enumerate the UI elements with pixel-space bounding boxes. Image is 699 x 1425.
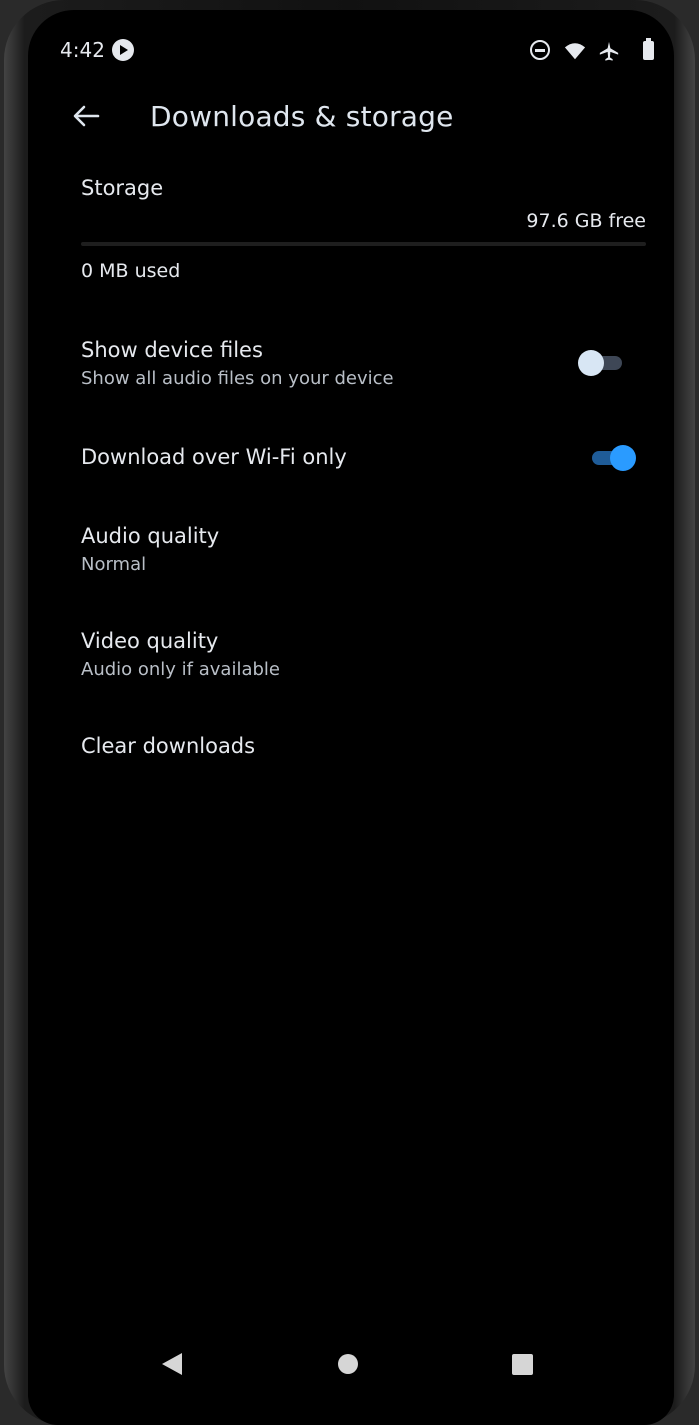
storage-section: Storage [81, 176, 646, 200]
arrow-left-icon[interactable] [70, 100, 102, 132]
do-not-disturb-icon [530, 40, 550, 60]
video-quality-value: Audio only if available [81, 659, 280, 680]
media-playing-icon [112, 39, 134, 61]
page-title: Downloads & storage [150, 100, 454, 133]
toggle-knob [610, 445, 636, 471]
setting-audio-quality[interactable]: Audio quality Normal [81, 524, 646, 575]
video-quality-title: Video quality [81, 629, 219, 653]
show-device-files-title: Show device files [81, 338, 263, 362]
setting-show-device-files[interactable]: Show device files Show all audio files o… [81, 338, 646, 389]
airplane-mode-icon [599, 41, 619, 61]
navigation-bar [28, 1345, 674, 1385]
download-wifi-only-toggle[interactable] [588, 443, 636, 473]
download-wifi-only-title: Download over Wi-Fi only [81, 445, 347, 469]
storage-free-label: 97.6 GB free [526, 210, 646, 232]
storage-usage-bar [81, 242, 646, 246]
setting-download-wifi-only[interactable]: Download over Wi-Fi only [81, 445, 646, 469]
phone-frame: 4:42 Downloads & storage Storage 97.6 GB… [4, 0, 695, 1425]
clear-downloads-title: Clear downloads [81, 734, 256, 758]
storage-used-row: 0 MB used [81, 260, 646, 282]
screen: 4:42 Downloads & storage Storage 97.6 GB… [28, 10, 674, 1425]
status-clock: 4:42 [60, 38, 105, 62]
show-device-files-toggle[interactable] [578, 348, 626, 378]
audio-quality-title: Audio quality [81, 524, 220, 548]
nav-recents-icon[interactable] [512, 1354, 533, 1375]
app-bar: Downloads & storage [28, 90, 674, 146]
nav-home-icon[interactable] [338, 1354, 358, 1374]
setting-clear-downloads[interactable]: Clear downloads [81, 734, 646, 758]
wifi-icon [564, 43, 586, 60]
show-device-files-subtitle: Show all audio files on your device [81, 368, 394, 389]
status-bar: 4:42 [28, 10, 674, 90]
audio-quality-value: Normal [81, 554, 147, 575]
storage-used-label: 0 MB used [81, 260, 181, 282]
setting-video-quality[interactable]: Video quality Audio only if available [81, 629, 646, 680]
toggle-knob [578, 350, 604, 376]
nav-back-icon[interactable] [162, 1353, 182, 1375]
battery-icon [643, 38, 654, 60]
storage-title: Storage [81, 176, 164, 200]
